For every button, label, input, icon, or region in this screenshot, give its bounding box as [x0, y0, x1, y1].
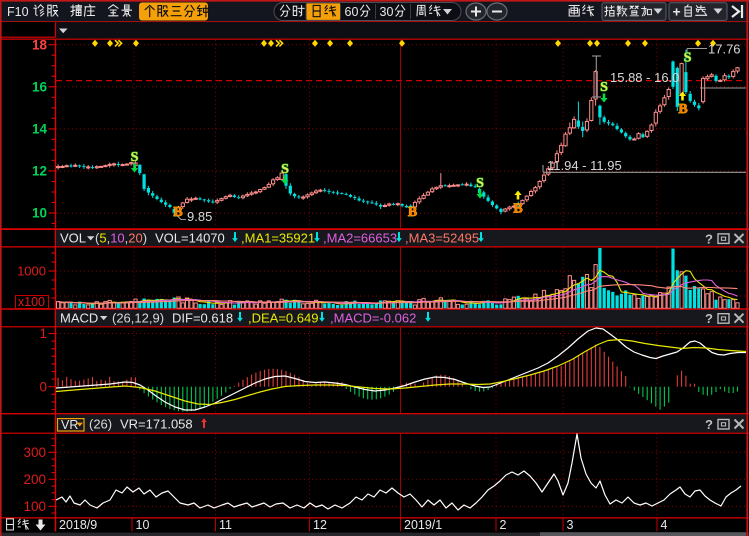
svg-text:15.88 - 16.0: 15.88 - 16.0 — [610, 70, 679, 85]
svg-text:14: 14 — [32, 122, 48, 137]
svg-text:VR: VR — [61, 418, 78, 432]
svg-text:0: 0 — [39, 379, 47, 394]
svg-text:DIF=0.618: DIF=0.618 — [172, 310, 233, 325]
svg-text:300: 300 — [23, 445, 46, 460]
svg-text:(26,12,9): (26,12,9) — [112, 310, 164, 325]
svg-text:S: S — [600, 80, 608, 95]
svg-text:100: 100 — [23, 499, 46, 514]
svg-text:18: 18 — [32, 37, 48, 52]
svg-text:11.94 - 11.95: 11.94 - 11.95 — [547, 158, 622, 173]
svg-text:(5,10,20): (5,10,20) — [95, 231, 147, 246]
svg-text:S: S — [131, 150, 139, 165]
svg-text:2: 2 — [500, 518, 507, 532]
svg-text:B: B — [173, 205, 182, 220]
svg-text:10: 10 — [136, 518, 150, 532]
svg-text:16: 16 — [32, 79, 48, 94]
svg-text:(26): (26) — [89, 417, 112, 432]
svg-text:B: B — [678, 102, 687, 117]
svg-text:VOL: VOL — [60, 231, 86, 246]
svg-text:VR=171.058: VR=171.058 — [120, 417, 193, 432]
svg-text:12: 12 — [32, 164, 47, 179]
svg-text:1000: 1000 — [17, 264, 46, 279]
svg-text:,MA3=52495: ,MA3=52495 — [405, 231, 479, 246]
svg-text:12: 12 — [313, 518, 327, 532]
svg-text:1: 1 — [39, 326, 47, 341]
svg-text:F10: F10 — [7, 5, 29, 19]
svg-text:30: 30 — [380, 5, 394, 19]
svg-text:9.85: 9.85 — [187, 209, 212, 224]
svg-text:MACD: MACD — [60, 310, 98, 325]
svg-text:,MACD=-0.062: ,MACD=-0.062 — [330, 310, 416, 325]
svg-text:,MA2=66653: ,MA2=66653 — [323, 231, 397, 246]
svg-text:S: S — [684, 51, 692, 66]
svg-text:x100: x100 — [18, 295, 45, 309]
svg-text:VOL=14070: VOL=14070 — [155, 231, 225, 246]
svg-text:S: S — [476, 176, 484, 191]
svg-text:B: B — [408, 205, 417, 220]
svg-text:60: 60 — [345, 5, 359, 19]
svg-text:2019/1: 2019/1 — [404, 518, 442, 532]
svg-text:?: ? — [705, 231, 713, 246]
svg-text:4: 4 — [661, 518, 668, 532]
svg-text:3: 3 — [567, 518, 574, 532]
svg-text:?: ? — [705, 311, 713, 326]
svg-text:200: 200 — [23, 472, 46, 487]
svg-text:11: 11 — [219, 518, 232, 532]
svg-text:,MA1=35921: ,MA1=35921 — [241, 231, 315, 246]
svg-text:10: 10 — [32, 206, 47, 221]
svg-text:S: S — [281, 162, 289, 177]
svg-text:2018/9: 2018/9 — [59, 518, 97, 532]
svg-text:?: ? — [705, 417, 713, 432]
svg-text:+: + — [673, 4, 681, 20]
svg-text:,DEA=0.649: ,DEA=0.649 — [248, 310, 318, 325]
svg-text:B: B — [513, 202, 522, 217]
svg-text:17.76: 17.76 — [708, 42, 741, 57]
